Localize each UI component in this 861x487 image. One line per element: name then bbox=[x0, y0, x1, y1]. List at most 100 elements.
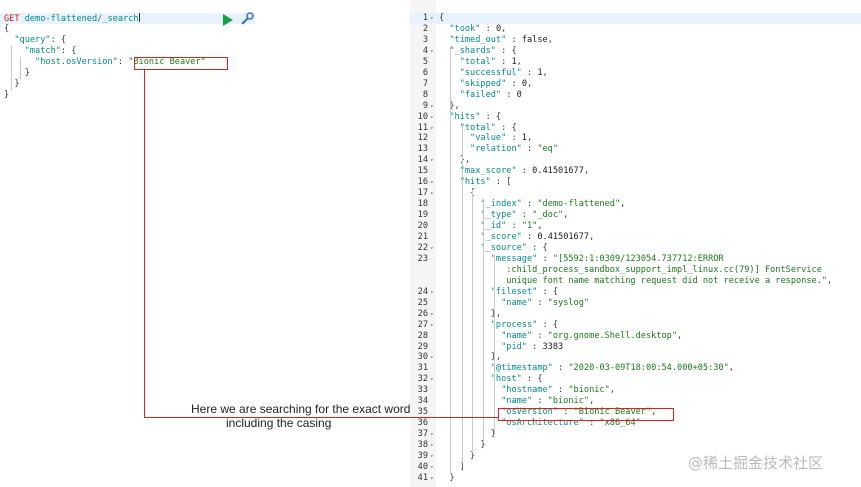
code-token: , bbox=[583, 166, 590, 177]
line-number: 32 bbox=[417, 374, 428, 385]
wrench-icon[interactable] bbox=[240, 11, 255, 30]
line-number: 4 bbox=[422, 45, 428, 56]
json-key: "_source" bbox=[480, 242, 527, 253]
json-key: "total" bbox=[459, 56, 496, 67]
code-token: , bbox=[547, 34, 553, 45]
json-key: "relation" bbox=[470, 144, 522, 155]
json-string: "demo-flattened" bbox=[537, 199, 621, 210]
json-key: "name" bbox=[501, 396, 533, 407]
code-token: : bbox=[526, 341, 543, 352]
code-line: "_type" : "_doc", bbox=[439, 210, 568, 221]
fold-toggle-icon[interactable]: ▾ bbox=[430, 442, 434, 449]
fold-toggle-icon[interactable]: ▾ bbox=[430, 245, 434, 252]
code-line: ] bbox=[439, 462, 465, 473]
request-code[interactable]: GET demo-flattened/_search { "query": { … bbox=[0, 0, 255, 100]
json-key: "@timestamp" bbox=[490, 363, 553, 374]
annotation-line-2: including the casing bbox=[226, 416, 332, 430]
code-line: "host" : { bbox=[439, 374, 543, 385]
code-token: } bbox=[439, 451, 476, 461]
json-key: "total" bbox=[459, 122, 496, 133]
line-number: 14 bbox=[417, 155, 428, 166]
line-number: 25 bbox=[417, 297, 428, 308]
fold-toggle-icon[interactable]: ▾ bbox=[430, 114, 434, 121]
line-number: 36 bbox=[417, 418, 428, 429]
code-token: : bbox=[506, 221, 522, 232]
fold-toggle-icon[interactable]: ▾ bbox=[430, 431, 434, 438]
fold-toggle-icon[interactable]: ▾ bbox=[430, 190, 434, 197]
json-string: "_doc" bbox=[532, 210, 564, 221]
code-line: } bbox=[439, 473, 454, 484]
json-key: "process" bbox=[490, 319, 538, 330]
line-number: 34 bbox=[417, 396, 428, 407]
code-token: , bbox=[526, 133, 533, 144]
code-line: "hits" : { bbox=[439, 112, 501, 123]
json-key: "pid" bbox=[501, 341, 527, 352]
indent-guide bbox=[450, 46, 451, 474]
json-key: "message" bbox=[490, 253, 538, 264]
run-request-button[interactable] bbox=[223, 14, 233, 26]
fold-toggle-icon[interactable]: ▾ bbox=[430, 475, 434, 482]
code-token: , bbox=[542, 67, 548, 78]
fold-toggle-icon[interactable]: ▾ bbox=[430, 125, 434, 132]
fold-toggle-icon[interactable]: ▾ bbox=[430, 289, 434, 296]
response-value-highlight bbox=[498, 408, 674, 421]
fold-toggle-icon[interactable]: ▾ bbox=[430, 15, 434, 22]
fold-toggle-icon[interactable]: ▾ bbox=[430, 453, 434, 460]
line-number: 16 bbox=[417, 177, 428, 188]
json-string: "bionic" bbox=[568, 385, 610, 396]
json-key: "timed_out" bbox=[449, 34, 507, 45]
json-key: "skipped" bbox=[459, 78, 507, 89]
code-line: "hostname" : "bionic", bbox=[439, 385, 615, 396]
line-number: 41 bbox=[417, 472, 428, 483]
fold-toggle-icon[interactable]: ▾ bbox=[430, 354, 434, 361]
code-token: }, bbox=[439, 352, 502, 363]
fold-toggle-icon[interactable]: ▾ bbox=[430, 322, 434, 329]
line-number: 12 bbox=[417, 133, 428, 144]
line-number: 26 bbox=[417, 308, 428, 319]
indent-guide bbox=[483, 200, 484, 443]
code-token: : { bbox=[521, 374, 543, 385]
json-key: "_index" bbox=[480, 199, 522, 210]
code-line: "failed" : 0 bbox=[439, 90, 522, 101]
fold-toggle-icon[interactable]: ▾ bbox=[430, 179, 434, 186]
line-number: 15 bbox=[417, 166, 428, 177]
code-line: }, bbox=[439, 309, 501, 320]
json-key: "_id" bbox=[480, 221, 507, 232]
code-token: , bbox=[501, 23, 507, 34]
code-line: } bbox=[4, 90, 9, 101]
code-token: 0.41501677 bbox=[537, 232, 590, 242]
fold-toggle-icon[interactable]: ▾ bbox=[430, 464, 434, 471]
fold-toggle-icon[interactable]: ▾ bbox=[430, 48, 434, 55]
json-string: "1" bbox=[521, 221, 538, 232]
line-number: 8 bbox=[422, 89, 428, 100]
fold-toggle-icon[interactable]: ▾ bbox=[430, 376, 434, 383]
code-token: 0 bbox=[516, 89, 522, 100]
code-line: "took" : 0, bbox=[439, 24, 506, 35]
json-key: "max_score" bbox=[459, 166, 517, 177]
code-token: , bbox=[728, 363, 734, 374]
code-token: : bbox=[117, 56, 129, 67]
json-key: "hostname" bbox=[501, 385, 553, 396]
code-token: : [ bbox=[490, 177, 512, 188]
code-token: { bbox=[439, 13, 445, 23]
line-number: 13 bbox=[417, 144, 428, 155]
fold-toggle-icon[interactable]: ▾ bbox=[430, 157, 434, 164]
json-string: "bionic" bbox=[547, 396, 590, 407]
fold-toggle-icon[interactable]: ▾ bbox=[430, 311, 434, 318]
code-token: , bbox=[609, 385, 615, 396]
code-token: : bbox=[516, 210, 533, 221]
code-token: , bbox=[589, 396, 595, 407]
code-line: "fileset" : { bbox=[439, 287, 558, 298]
code-token: : bbox=[552, 363, 569, 374]
code-line: { bbox=[439, 13, 444, 24]
fold-toggle-icon[interactable]: ▾ bbox=[430, 103, 434, 110]
